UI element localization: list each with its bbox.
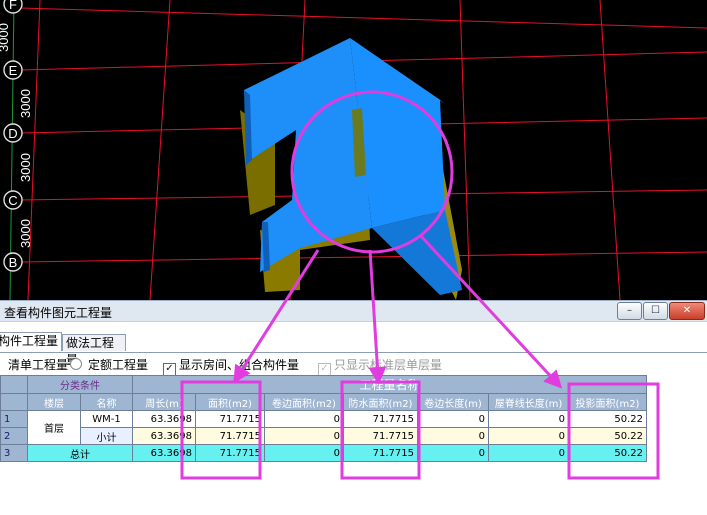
row-number: 1 (0, 410, 28, 428)
row-number: 2 (0, 427, 28, 445)
option-show-rooms[interactable]: ✓ 显示房间、组合构件量 (163, 356, 299, 376)
svg-text:F: F (9, 0, 17, 12)
axis-marker-d: D (3, 123, 23, 143)
row-number: 3 (0, 444, 28, 462)
total-label-cell[interactable]: 总计 (27, 444, 133, 462)
tab-bar: 构件工程量 做法工程量 (0, 332, 707, 367)
name-cell[interactable]: 小计 (80, 427, 133, 445)
floor-cell[interactable]: 首层 (27, 410, 81, 445)
value-cell[interactable]: 0 (417, 427, 489, 445)
value-cell[interactable]: 71.7715 (195, 444, 265, 462)
table-row[interactable]: 2 小计 63.3698 71.7715 0 71.7715 0 0 50.22 (0, 427, 647, 445)
value-cell[interactable]: 0 (488, 444, 569, 462)
name-cell[interactable]: WM-1 (80, 410, 133, 428)
dim-label-4: 3000 (18, 219, 33, 248)
svg-text:D: D (8, 126, 17, 141)
col-header-ridge-length[interactable]: 屋脊线长度(m) (488, 393, 569, 411)
value-cell[interactable]: 50.22 (568, 410, 647, 428)
value-cell[interactable]: 0 (264, 410, 344, 428)
option-only-layer-label: 只显示标准层单层量 (334, 358, 443, 372)
value-cell[interactable]: 71.7715 (343, 427, 418, 445)
dim-label-3: 3000 (18, 153, 33, 182)
window-titlebar[interactable]: 查看构件图元工程量 – ☐ ✕ (0, 300, 707, 322)
option-dinge-label: 定额工程量 (88, 358, 149, 372)
option-dinge[interactable]: 定额工程量 (88, 356, 148, 373)
maximize-button[interactable]: ☐ (643, 302, 668, 320)
corner-cell (0, 375, 28, 394)
axis-marker-e: E (3, 60, 23, 80)
viewport-canvas: F E D C B 3000 3000 3000 3000 (0, 0, 707, 300)
group-category-header: 分类条件 (27, 375, 133, 394)
axis-marker-c: C (3, 190, 23, 210)
axis-marker-b: B (3, 252, 23, 272)
col-header-edge-area[interactable]: 卷边面积(m2) (264, 393, 344, 411)
corner-cell (0, 393, 28, 411)
options-toolbar: 清单工程量 定额工程量 ✓ 显示房间、组合构件量 ✓ 只显示标准层单层量 (0, 354, 707, 376)
table-row[interactable]: 1 首层 WM-1 63.3698 71.7715 0 71.7715 0 0 … (0, 410, 647, 445)
svg-text:C: C (8, 193, 17, 208)
minimize-button[interactable]: – (617, 302, 642, 320)
col-header-perimeter[interactable]: 周长(m) (132, 393, 196, 411)
header-row-groups: 分类条件 工程量名称 (0, 375, 647, 394)
value-cell[interactable]: 63.3698 (132, 444, 196, 462)
value-cell[interactable]: 50.22 (568, 444, 647, 462)
value-cell[interactable]: 0 (264, 427, 344, 445)
col-header-floor[interactable]: 楼层 (27, 393, 81, 411)
value-cell[interactable]: 0 (264, 444, 344, 462)
option-qingdan-label: 清单工程量 (8, 358, 69, 372)
window-title: 查看构件图元工程量 (4, 306, 113, 320)
header-row-columns: 楼层 名称 周长(m) 面积(m2) 卷边面积(m2) 防水面积(m2) 卷边长… (0, 393, 647, 411)
tab-method-quantity[interactable]: 做法工程量 (62, 334, 126, 367)
value-cell[interactable]: 0 (417, 444, 489, 462)
close-button[interactable]: ✕ (669, 302, 705, 320)
quantity-window: 查看构件图元工程量 – ☐ ✕ 构件工程量 做法工程量 清单工程量 定额工程量 … (0, 300, 707, 515)
option-only-layer: ✓ 只显示标准层单层量 (318, 356, 442, 376)
col-header-name[interactable]: 名称 (80, 393, 133, 411)
tab-component-quantity[interactable]: 构件工程量 (0, 332, 62, 351)
value-cell[interactable]: 71.7715 (195, 427, 265, 445)
dim-label-2: 3000 (18, 89, 33, 118)
table-row[interactable]: 3 总计 63.3698 71.7715 0 71.7715 0 0 50.22 (0, 444, 647, 462)
value-cell[interactable]: 0 (417, 410, 489, 428)
tab-label: 构件工程量 (0, 334, 58, 348)
roof-model[interactable] (240, 38, 462, 300)
value-cell[interactable]: 71.7715 (343, 410, 418, 428)
axis-marker-f: F (3, 0, 23, 14)
svg-text:B: B (9, 255, 18, 270)
3d-viewport[interactable]: F E D C B 3000 3000 3000 3000 (0, 0, 707, 300)
value-cell[interactable]: 71.7715 (195, 410, 265, 428)
value-cell[interactable]: 50.22 (568, 427, 647, 445)
col-header-edge-length[interactable]: 卷边长度(m) (417, 393, 489, 411)
col-header-area[interactable]: 面积(m2) (195, 393, 265, 411)
group-quantity-header: 工程量名称 (132, 375, 647, 394)
radio-qingdan[interactable] (70, 358, 83, 370)
value-cell[interactable]: 71.7715 (343, 444, 418, 462)
value-cell[interactable]: 63.3698 (132, 427, 196, 445)
quantity-table: 分类条件 工程量名称 楼层 名称 周长(m) 面积(m2) 卷边面积(m2) 防… (0, 375, 647, 462)
dim-label-1: 3000 (0, 23, 11, 52)
col-header-waterproof-area[interactable]: 防水面积(m2) (343, 393, 418, 411)
svg-text:E: E (9, 63, 18, 78)
value-cell[interactable]: 63.3698 (132, 410, 196, 428)
option-show-rooms-label: 显示房间、组合构件量 (179, 358, 300, 372)
option-qingdan[interactable]: 清单工程量 (8, 356, 84, 373)
col-header-projected-area[interactable]: 投影面积(m2) (568, 393, 647, 411)
value-cell[interactable]: 0 (488, 410, 569, 428)
value-cell[interactable]: 0 (488, 427, 569, 445)
